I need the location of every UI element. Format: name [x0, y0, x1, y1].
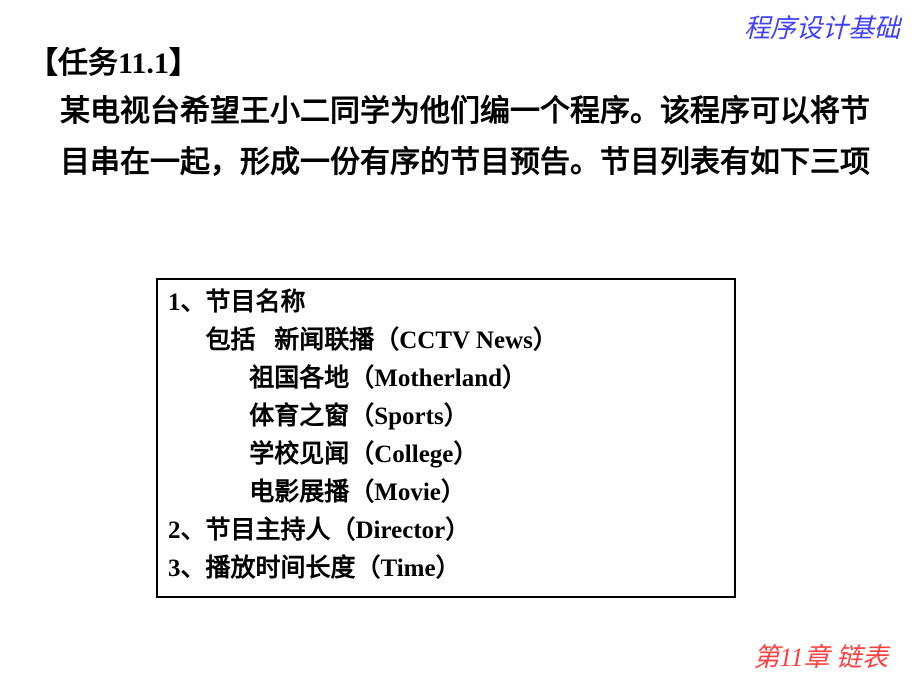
list-item-1-sub1: 包括 新闻联播（CCTV News） [168, 322, 724, 360]
chapter-label: 第11章 链表 [753, 637, 888, 674]
task-heading: 【任务11.1】 [28, 38, 199, 82]
list-item-2: 2、节目主持人（Director） [168, 512, 724, 550]
content-list-box: 1、节目名称 包括 新闻联播（CCTV News） 祖国各地（Motherlan… [156, 278, 736, 598]
list-item-1-sub3: 体育之窗（Sports） [168, 398, 724, 436]
list-item-1-sub4: 学校见闻（College） [168, 436, 724, 474]
task-description: 某电视台希望王小二同学为他们编一个程序。该程序可以将节目串在一起，形成一份有序的… [60, 86, 890, 188]
list-item-1: 1、节目名称 [168, 284, 724, 322]
list-item-3: 3、播放时间长度（Time） [168, 550, 724, 588]
course-title: 程序设计基础 [744, 8, 900, 45]
list-item-1-sub5: 电影展播（Movie） [168, 474, 724, 512]
list-item-1-sub2: 祖国各地（Motherland） [168, 360, 724, 398]
